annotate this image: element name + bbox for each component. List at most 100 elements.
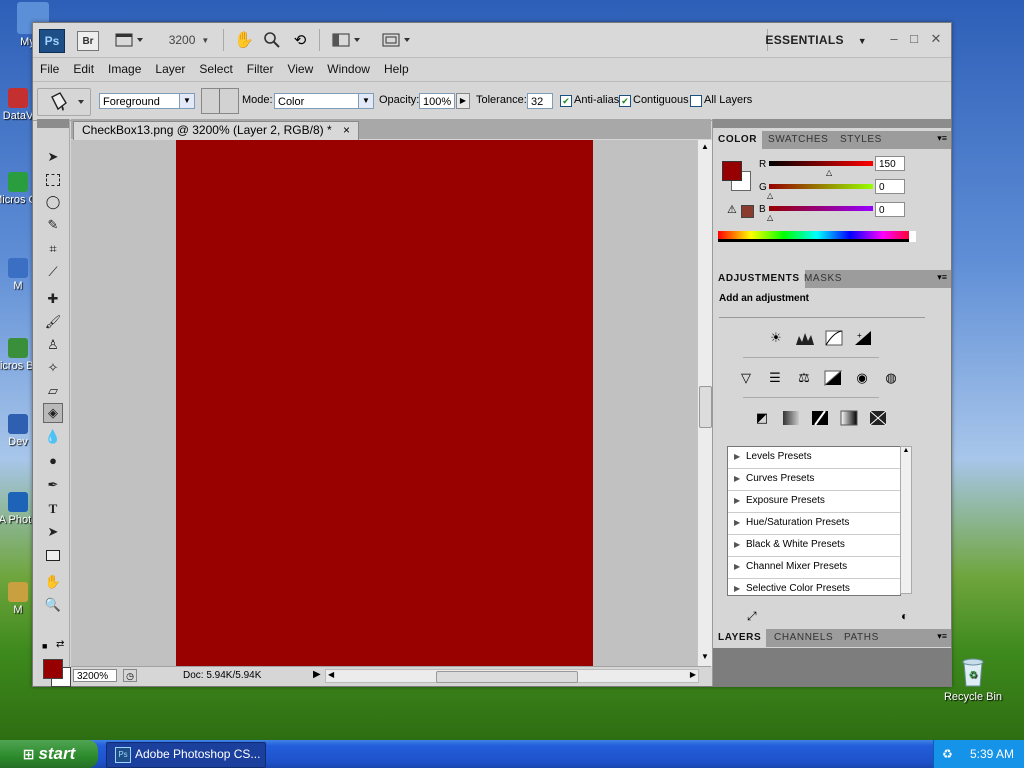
tolerance-input[interactable]: 32 xyxy=(527,93,553,109)
tab-styles[interactable]: STYLES xyxy=(835,131,887,149)
gradient-map-icon[interactable] xyxy=(838,407,860,429)
menu-filter[interactable]: Filter xyxy=(240,62,281,76)
start-button[interactable]: ⊞ start xyxy=(0,740,98,768)
swap-colors-icon[interactable]: ⇄ xyxy=(56,639,64,650)
close-button[interactable]: ✕ xyxy=(929,31,943,47)
preset-levels[interactable]: ▶ Levels Presets xyxy=(728,447,900,469)
zoom-level-select[interactable]: 3200 ▼ xyxy=(165,29,213,51)
tab-masks[interactable]: MASKS xyxy=(799,270,847,288)
move-tool-icon[interactable]: ➤ xyxy=(43,147,63,167)
panel-menu-icon[interactable]: ▾≡ xyxy=(937,272,947,283)
blend-mode-select[interactable]: Color ▼ xyxy=(274,93,374,109)
tab-color[interactable]: COLOR xyxy=(713,131,763,149)
preset-selective-color[interactable]: ▶ Selective Color Presets xyxy=(728,579,900,600)
rectangle-tool-icon[interactable] xyxy=(43,545,63,565)
scroll-up-icon[interactable]: ▲ xyxy=(698,142,712,154)
hand-tool-icon[interactable]: ✋ xyxy=(43,572,63,592)
photo-filter-icon[interactable]: ◉ xyxy=(851,367,873,389)
selective-color-icon[interactable] xyxy=(867,407,889,429)
type-tool-icon[interactable]: T xyxy=(43,499,63,519)
anti-alias-checkbox[interactable]: ✔ xyxy=(560,95,572,107)
color-ramp[interactable] xyxy=(718,231,916,242)
curves-icon[interactable] xyxy=(823,327,845,349)
tab-paths[interactable]: PATHS xyxy=(839,629,884,647)
maximize-button[interactable]: □ xyxy=(907,31,921,46)
scroll-down-icon[interactable]: ▼ xyxy=(698,652,712,664)
quick-select-tool-icon[interactable]: ✎ xyxy=(43,215,63,235)
scroll-left-icon[interactable]: ◀ xyxy=(328,670,334,679)
image-canvas[interactable] xyxy=(176,140,593,666)
network-icon[interactable]: ♻ xyxy=(942,740,953,768)
foreground-color-swatch[interactable] xyxy=(43,659,63,679)
vibrance-icon[interactable]: ▽ xyxy=(735,367,757,389)
menu-image[interactable]: Image xyxy=(101,62,148,76)
document-tab[interactable]: CheckBox13.png @ 3200% (Layer 2, RGB/8) … xyxy=(73,121,360,140)
close-tab-icon[interactable]: × xyxy=(343,123,350,137)
red-value-input[interactable]: 150 xyxy=(875,156,905,171)
zoom-tool-icon[interactable] xyxy=(261,29,283,51)
menu-view[interactable]: View xyxy=(280,62,320,76)
workspace-switcher[interactable]: ESSENTIALS ▼ xyxy=(765,33,867,47)
tab-swatches[interactable]: SWATCHES xyxy=(763,131,833,149)
return-to-list-icon[interactable]: ⤢ xyxy=(747,609,757,624)
hue-saturation-icon[interactable]: ☰ xyxy=(764,367,786,389)
preset-channel-mixer[interactable]: ▶ Channel Mixer Presets xyxy=(728,557,900,579)
horizontal-scrollbar[interactable]: ◀ ▶ xyxy=(325,669,699,683)
exposure-icon[interactable]: + xyxy=(852,327,874,349)
history-brush-tool-icon[interactable]: ✧ xyxy=(43,358,63,378)
rotate-view-icon[interactable]: ⟲ xyxy=(289,29,311,51)
levels-icon[interactable] xyxy=(794,327,816,349)
tool-preset-picker[interactable] xyxy=(37,88,91,116)
red-slider-handle[interactable]: △ xyxy=(826,168,832,177)
brush-tool-icon[interactable]: 🖌 xyxy=(43,312,63,332)
menu-layer[interactable]: Layer xyxy=(148,62,192,76)
blue-value-input[interactable]: 0 xyxy=(875,202,905,217)
eraser-tool-icon[interactable]: ▱ xyxy=(43,381,63,401)
scroll-right-icon[interactable]: ▶ xyxy=(690,670,696,679)
gamut-color-swatch[interactable] xyxy=(741,205,754,218)
all-layers-checkbox[interactable] xyxy=(690,95,702,107)
minimize-button[interactable]: – xyxy=(887,31,901,46)
opacity-input[interactable]: 100% xyxy=(419,93,455,109)
pen-tool-icon[interactable]: ✒ xyxy=(43,475,63,495)
zoom-tool-icon[interactable]: 🔍 xyxy=(43,595,63,615)
vertical-scrollbar[interactable]: ▲ ▼ xyxy=(697,140,712,666)
screen-mode-button[interactable] xyxy=(379,29,417,51)
dodge-tool-icon[interactable]: ● xyxy=(43,450,63,470)
contiguous-checkbox[interactable]: ✔ xyxy=(619,95,631,107)
fill-source-select[interactable]: Foreground ▼ xyxy=(99,93,195,109)
clip-to-layer-icon[interactable]: ◐ xyxy=(901,609,908,623)
preset-hue-saturation[interactable]: ▶ Hue/Saturation Presets xyxy=(728,513,900,535)
blur-tool-icon[interactable]: 💧 xyxy=(43,427,63,447)
blue-slider[interactable] xyxy=(769,206,873,211)
preset-exposure[interactable]: ▶ Exposure Presets xyxy=(728,491,900,513)
menu-edit[interactable]: Edit xyxy=(66,62,101,76)
default-colors-icon[interactable]: ■ xyxy=(42,641,47,651)
green-slider-handle[interactable]: △ xyxy=(767,191,773,200)
invert-icon[interactable]: ◩ xyxy=(751,407,773,429)
view-extras-button[interactable] xyxy=(113,29,147,51)
path-selection-tool-icon[interactable]: ➤ xyxy=(43,522,63,542)
color-balance-icon[interactable]: ⚖ xyxy=(793,367,815,389)
tab-adjustments[interactable]: ADJUSTMENTS xyxy=(713,270,805,288)
blue-slider-handle[interactable]: △ xyxy=(767,213,773,222)
menu-window[interactable]: Window xyxy=(320,62,377,76)
gamut-warning-icon[interactable]: ⚠ xyxy=(727,203,737,216)
pattern-picker[interactable] xyxy=(201,88,239,114)
scroll-up-icon[interactable]: ▲ xyxy=(901,447,911,454)
preset-black-white[interactable]: ▶ Black & White Presets xyxy=(728,535,900,557)
tab-channels[interactable]: CHANNELS xyxy=(769,629,838,647)
canvas-area[interactable] xyxy=(71,140,697,666)
opacity-slider-button[interactable]: ▶ xyxy=(456,93,470,109)
eyedropper-tool-icon[interactable]: ⟋ xyxy=(43,262,63,282)
panel-menu-icon[interactable]: ▾≡ xyxy=(937,133,947,144)
menu-file[interactable]: File xyxy=(33,62,66,76)
healing-brush-tool-icon[interactable]: ✚ xyxy=(43,289,63,309)
toolbox-header[interactable] xyxy=(37,119,69,128)
marquee-tool-icon[interactable] xyxy=(43,170,63,190)
green-slider[interactable] xyxy=(769,184,873,189)
menu-help[interactable]: Help xyxy=(377,62,416,76)
status-menu-arrow-icon[interactable]: ▶ xyxy=(313,669,321,680)
zoom-field[interactable]: 3200% xyxy=(73,669,117,682)
posterize-icon[interactable] xyxy=(780,407,802,429)
